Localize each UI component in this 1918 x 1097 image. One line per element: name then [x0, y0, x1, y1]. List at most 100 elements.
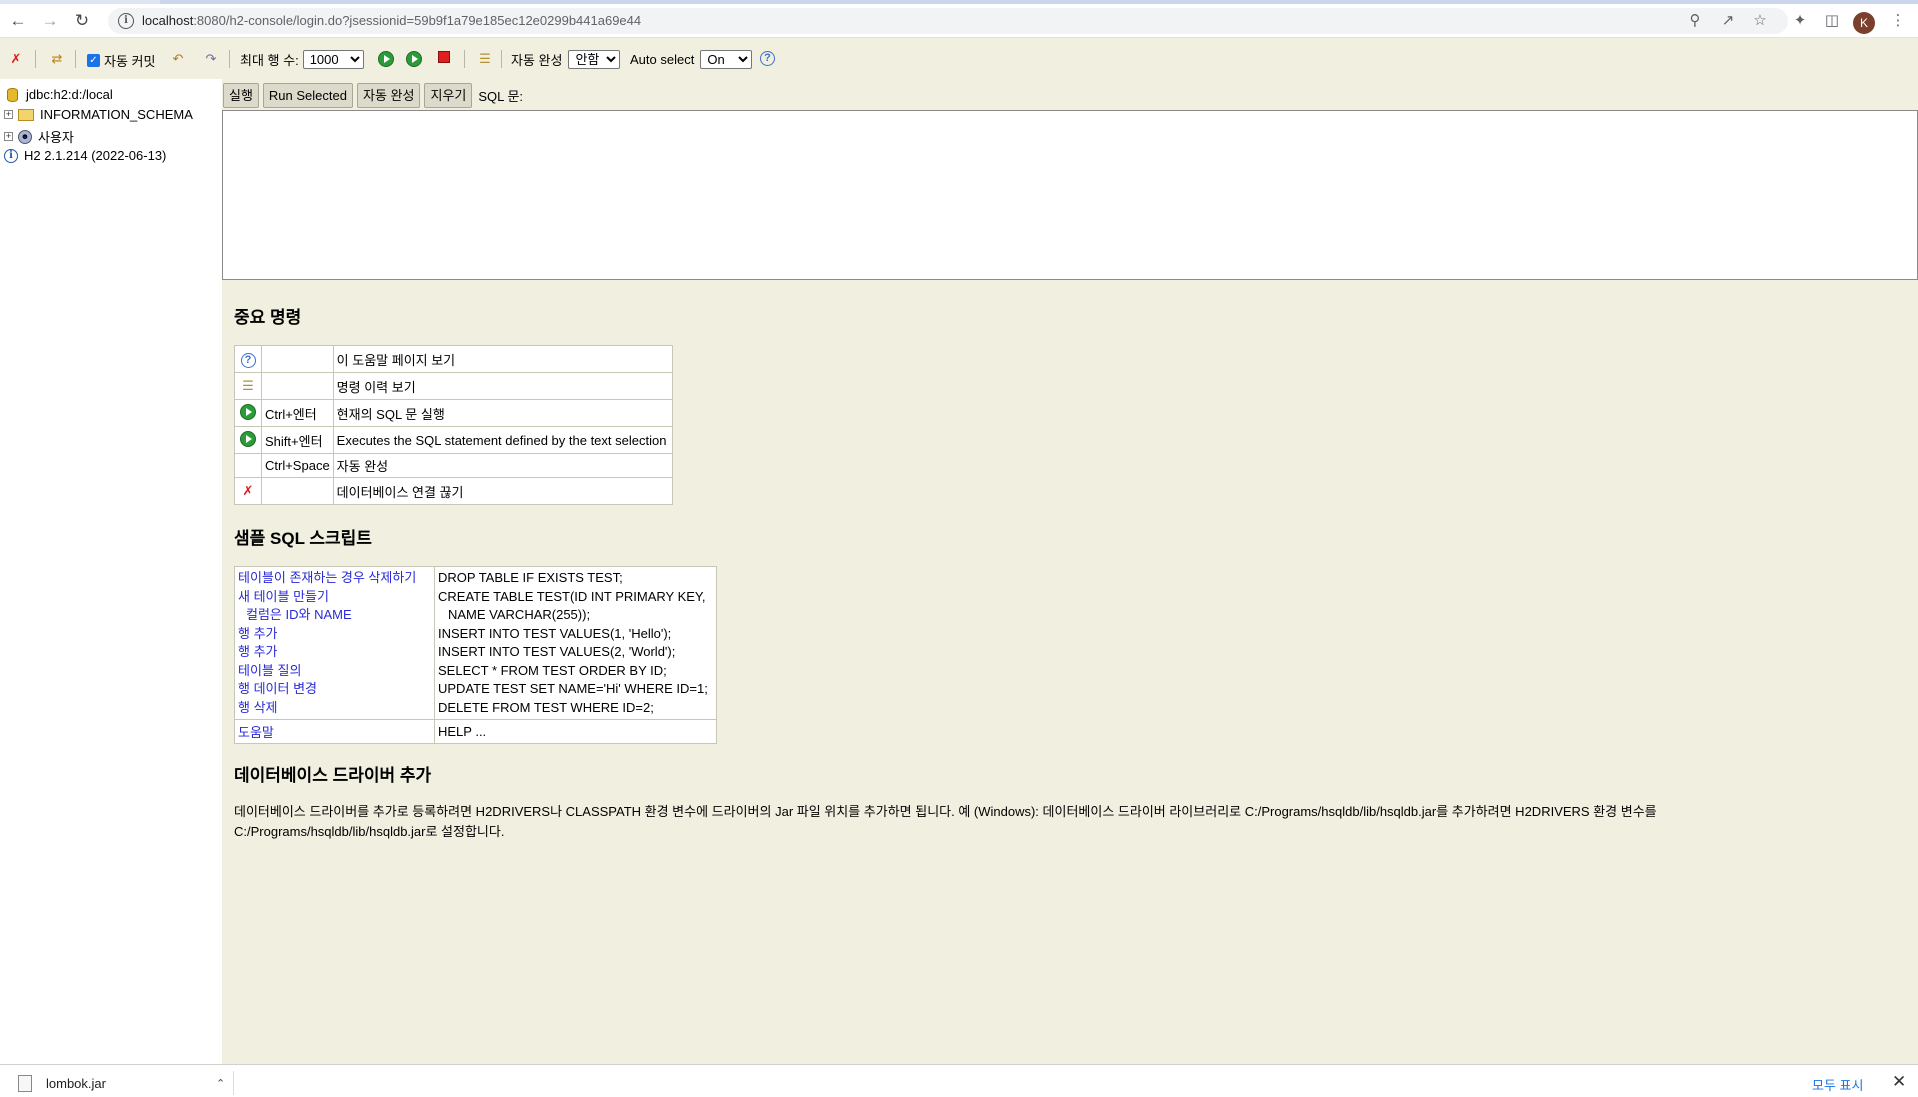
- sample-link[interactable]: 테이블 질의: [238, 662, 431, 681]
- url-text[interactable]: localhost:8080/h2-console/login.do?jsess…: [142, 13, 641, 28]
- disconnect-icon[interactable]: ✗: [234, 477, 262, 505]
- help-icon[interactable]: ?: [760, 51, 775, 66]
- shortcut-key: Ctrl+Space: [261, 453, 334, 478]
- zoom-icon[interactable]: ⚲: [1683, 9, 1707, 33]
- command-description: 명령 이력 보기: [332, 372, 674, 400]
- sql-input[interactable]: [222, 110, 1918, 280]
- sample-link[interactable]: 행 데이터 변경: [238, 680, 431, 699]
- run-selected-button[interactable]: Run Selected: [262, 83, 353, 108]
- shortcut-key: [261, 345, 334, 373]
- table-row: 도움말 HELP ...: [234, 719, 717, 744]
- info-icon: i: [4, 148, 18, 163]
- run-selected-icon[interactable]: [234, 426, 262, 454]
- sql-line: INSERT INTO TEST VALUES(1, 'Hello');: [438, 625, 672, 641]
- help-link[interactable]: 도움말: [234, 719, 435, 744]
- history-icon[interactable]: ☰: [234, 372, 262, 400]
- sql-line: DROP TABLE IF EXISTS TEST;: [438, 570, 623, 585]
- users-icon: ☻: [18, 129, 32, 144]
- autocommit-toggle[interactable]: ✓ 자동 커밋: [87, 51, 155, 70]
- autocommit-checkbox[interactable]: ✓: [87, 54, 100, 67]
- toolbar-separator: [229, 50, 230, 68]
- bookmark-star-icon[interactable]: ☆: [1748, 9, 1772, 33]
- object-tree: jdbc:h2:d:/local + INFORMATION_SCHEMA + …: [0, 79, 222, 1064]
- reload-icon[interactable]: ↻: [70, 9, 94, 33]
- sample-sql-table: 테이블이 존재하는 경우 삭제하기 새 테이블 만들기 컬럼은 ID와 NAME…: [234, 566, 717, 744]
- expand-plus-icon[interactable]: +: [4, 110, 13, 119]
- sample-link[interactable]: 컬럼은 ID와 NAME: [238, 606, 431, 625]
- table-row: ? 이 도움말 페이지 보기: [234, 345, 674, 373]
- driver-heading: 데이터베이스 드라이버 추가: [234, 766, 432, 785]
- rollback-icon[interactable]: ↶: [170, 51, 186, 67]
- disconnect-icon[interactable]: ✗: [8, 51, 24, 67]
- extensions-icon[interactable]: ✦: [1788, 9, 1812, 33]
- tree-node-users[interactable]: + ☻ 사용자: [4, 127, 74, 146]
- sql-line: NAME VARCHAR(255));: [448, 607, 591, 622]
- profile-avatar[interactable]: K: [1853, 12, 1875, 34]
- autocomplete-group: 자동 완성 안함: [511, 50, 621, 69]
- clear-button[interactable]: 지우기: [424, 83, 473, 108]
- driver-description: 데이터베이스 드라이버를 추가로 등록하려면 H2DRIVERS나 CLASSP…: [234, 804, 1657, 839]
- tree-node-connection[interactable]: jdbc:h2:d:/local: [4, 87, 113, 102]
- run-icon[interactable]: [234, 399, 262, 427]
- close-icon[interactable]: ✕: [1892, 1072, 1906, 1092]
- sample-sql-heading: 샘플 SQL 스크립트: [234, 529, 372, 548]
- back-icon[interactable]: ←: [6, 9, 30, 33]
- cancel-icon[interactable]: [438, 51, 450, 63]
- toolbar-separator: [464, 50, 465, 68]
- autocomplete-button[interactable]: 자동 완성: [356, 83, 421, 108]
- side-panel-icon[interactable]: ◫: [1820, 9, 1844, 33]
- table-row: Ctrl+엔터 현재의 SQL 문 실행: [234, 399, 674, 427]
- maxrows-label: 최대 행 수:: [240, 53, 299, 68]
- h2-toolbar: ✗ ⇄ ✓ 자동 커밋 ↶ ↷ 최대 행 수: 1000 ☰ 자동 완성 안함 …: [0, 39, 1918, 79]
- version-label: H2 2.1.214 (2022-06-13): [24, 148, 167, 163]
- sample-link[interactable]: 행 추가: [238, 625, 431, 644]
- folder-icon: [18, 108, 34, 121]
- url-path: :8080/h2-console/login.do?jsessionid=59b…: [193, 13, 642, 28]
- table-row: Ctrl+Space 자동 완성: [234, 453, 674, 478]
- download-filename: lombok.jar: [46, 1076, 106, 1091]
- table-row: 테이블이 존재하는 경우 삭제하기 새 테이블 만들기 컬럼은 ID와 NAME…: [234, 566, 717, 720]
- main-panel: 실행 Run Selected 자동 완성 지우기 SQL 문: 중요 명령 ?…: [222, 79, 1918, 1064]
- autoselect-label: Auto select: [630, 52, 695, 67]
- chevron-up-icon[interactable]: ⌃: [216, 1077, 225, 1090]
- tree-node-information-schema[interactable]: + INFORMATION_SCHEMA: [4, 107, 193, 122]
- shortcut-key: Shift+엔터: [261, 426, 334, 454]
- shortcut-key: [261, 372, 334, 400]
- site-info-icon[interactable]: i: [118, 13, 134, 29]
- table-row: ☰ 명령 이력 보기: [234, 372, 674, 400]
- menu-kebab-icon[interactable]: ⋮: [1886, 9, 1910, 33]
- help-icon[interactable]: ?: [234, 345, 262, 373]
- sample-labels-cell[interactable]: 테이블이 존재하는 경우 삭제하기 새 테이블 만들기 컬럼은 ID와 NAME…: [234, 566, 435, 720]
- sample-link[interactable]: 행 추가: [238, 643, 431, 662]
- sample-link[interactable]: 행 삭제: [238, 699, 431, 718]
- share-icon[interactable]: ↗: [1716, 9, 1740, 33]
- command-description: 자동 완성: [332, 453, 674, 478]
- important-commands-heading: 중요 명령: [234, 308, 302, 327]
- shortcut-key: [261, 477, 334, 505]
- command-description: 이 도움말 페이지 보기: [332, 345, 674, 373]
- history-icon[interactable]: ☰: [477, 51, 493, 67]
- table-row: Shift+엔터 Executes the SQL statement defi…: [234, 426, 674, 454]
- refresh-icon[interactable]: ⇄: [49, 51, 65, 67]
- run-button[interactable]: 실행: [223, 83, 259, 108]
- autocomplete-select[interactable]: 안함: [568, 50, 621, 69]
- show-all-link[interactable]: 모두 표시: [1812, 1075, 1863, 1094]
- sql-line: INSERT INTO TEST VALUES(2, 'World');: [438, 644, 676, 659]
- sample-link[interactable]: 새 테이블 만들기: [238, 588, 431, 607]
- expand-plus-icon[interactable]: +: [4, 132, 13, 141]
- forward-icon[interactable]: →: [38, 9, 62, 33]
- address-bar[interactable]: i localhost:8080/h2-console/login.do?jse…: [108, 8, 1788, 34]
- commit-icon[interactable]: ↷: [203, 51, 219, 67]
- run-selected-icon[interactable]: [406, 51, 422, 67]
- sql-line: CREATE TABLE TEST(ID INT PRIMARY KEY,: [438, 588, 706, 604]
- table-row: ✗ 데이터베이스 연결 끊기: [234, 477, 674, 505]
- maxrows-select[interactable]: 1000: [302, 50, 364, 69]
- sample-link[interactable]: 테이블이 존재하는 경우 삭제하기: [238, 569, 431, 588]
- editor-button-row: 실행 Run Selected 자동 완성 지우기 SQL 문:: [223, 83, 523, 108]
- download-item[interactable]: lombok.jar ⌃: [18, 1075, 225, 1092]
- schema-label: INFORMATION_SCHEMA: [40, 107, 193, 122]
- sql-statement-label: SQL 문:: [478, 89, 524, 104]
- autoselect-select[interactable]: On: [700, 50, 753, 69]
- database-icon: [7, 87, 18, 102]
- run-icon[interactable]: [378, 51, 394, 67]
